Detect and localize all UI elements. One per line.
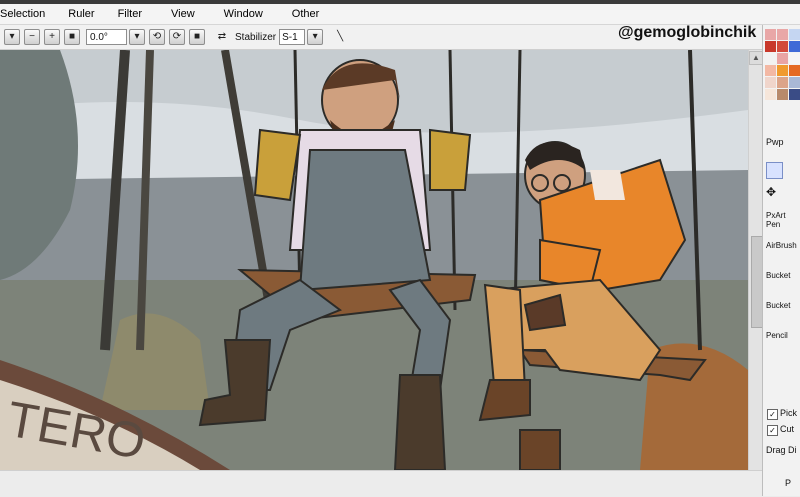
rotate-right-icon[interactable]: ⟳	[169, 29, 185, 45]
right-tool-panel: Pwp ✥ PxArt Pen AirBrush Bucket Bucket P…	[762, 25, 800, 496]
menu-other[interactable]: Other	[274, 8, 331, 20]
artist-watermark: @gemoglobinchik	[618, 24, 757, 41]
color-swatch[interactable]	[789, 65, 800, 76]
vertical-scrollbar[interactable]: ▲	[748, 50, 763, 470]
plus-icon[interactable]: +	[44, 29, 60, 45]
drag-label: Drag Di	[766, 445, 797, 455]
tool-bucket-1[interactable]: Bucket	[766, 271, 800, 280]
minus-icon[interactable]: −	[24, 29, 40, 45]
color-swatch[interactable]	[765, 41, 776, 52]
color-swatch[interactable]	[789, 77, 800, 88]
pick-label: Pick	[780, 408, 798, 418]
color-swatch[interactable]	[777, 53, 788, 64]
color-swatch[interactable]	[777, 65, 788, 76]
panel-tab[interactable]: Pwp	[766, 137, 784, 147]
color-swatch[interactable]	[777, 29, 788, 40]
move-icon[interactable]: ✥	[766, 185, 781, 200]
chevron-down-icon[interactable]: ▾	[307, 29, 324, 45]
tool-pencil[interactable]: Pencil	[766, 331, 800, 340]
flip-horizontal-icon[interactable]: ⇄	[215, 30, 229, 44]
rotation-angle-input[interactable]: 0.0°	[86, 29, 127, 45]
menu-ruler[interactable]: Ruler	[56, 8, 105, 20]
menu-filter[interactable]: Filter	[106, 8, 153, 20]
line-tool-icon[interactable]: ╲	[333, 30, 347, 44]
chevron-down-icon[interactable]: ▾	[4, 29, 20, 45]
tool-pxart-pen[interactable]: PxArt Pen	[766, 211, 800, 229]
menu-window[interactable]: Window	[206, 8, 274, 20]
color-swatch[interactable]	[765, 77, 776, 88]
color-swatch[interactable]	[777, 77, 788, 88]
tool-bucket-2[interactable]: Bucket	[766, 301, 800, 310]
cut-label: Cut	[780, 424, 795, 434]
color-swatches	[765, 29, 800, 100]
pick-checkbox[interactable]: ✓	[767, 409, 778, 420]
chevron-down-icon[interactable]: ▾	[129, 29, 145, 45]
color-swatch[interactable]	[789, 89, 800, 100]
rectangle-select-icon[interactable]	[766, 162, 783, 179]
color-swatch[interactable]	[765, 53, 776, 64]
menu-bar: Selection Ruler Filter View Window Other	[0, 4, 800, 25]
color-swatch[interactable]	[789, 41, 800, 52]
rotate-left-icon[interactable]: ⟲	[149, 29, 165, 45]
cut-checkbox[interactable]: ✓	[767, 425, 778, 436]
menu-view[interactable]: View	[153, 8, 206, 20]
artwork: TERO	[0, 50, 748, 470]
color-swatch[interactable]	[765, 89, 776, 100]
color-swatch[interactable]	[777, 89, 788, 100]
color-swatch[interactable]	[765, 65, 776, 76]
scroll-up-icon[interactable]: ▲	[749, 51, 763, 65]
color-swatch[interactable]	[765, 29, 776, 40]
status-area	[0, 470, 762, 497]
color-swatch[interactable]	[777, 41, 788, 52]
stabilizer-label: Stabilizer	[235, 31, 277, 43]
stabilizer-select[interactable]: S-1	[279, 29, 306, 45]
square-icon[interactable]: ■	[64, 29, 80, 45]
menu-selection[interactable]: Selection	[0, 8, 56, 20]
drawing-canvas[interactable]: TERO	[0, 50, 748, 470]
bottom-label: P	[785, 478, 792, 488]
tool-airbrush[interactable]: AirBrush	[766, 241, 800, 250]
color-swatch[interactable]	[789, 29, 800, 40]
reset-rotation-icon[interactable]: ■	[189, 29, 205, 45]
color-swatch[interactable]	[789, 53, 800, 64]
